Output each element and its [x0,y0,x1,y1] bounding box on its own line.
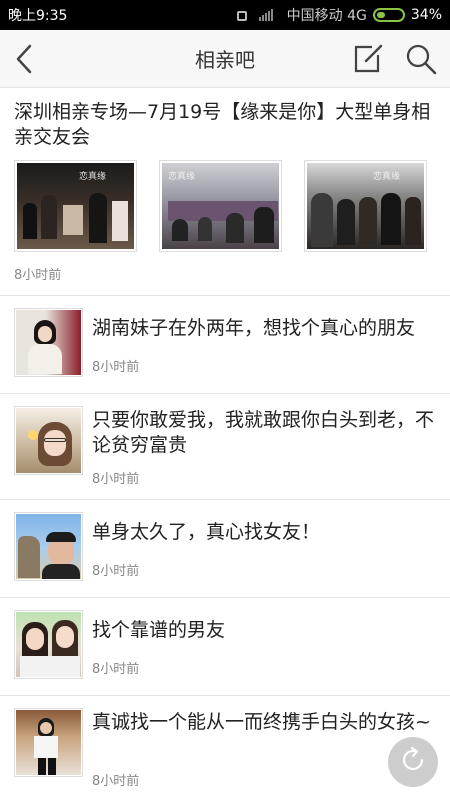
page-title: 相亲吧 [195,48,255,72]
status-battery: 34% [410,7,442,23]
post-time: 8小时前 [92,360,140,375]
post-time: 8小时前 [92,662,140,677]
featured-post[interactable]: 深圳相亲专场—7月19号【缘来是你】大型单身相亲交友会 恋真缘 恋真缘 恋真缘 … [0,88,450,296]
avatar [14,708,83,777]
list-item[interactable]: 找个靠谱的男友 8小时前 [0,598,450,696]
status-time: 晚上9:35 [8,8,68,24]
post-time: 8小时前 [92,774,140,789]
post-title: 只要你敢爱我，我就敢跟你白头到老，不论贫穷富贵 [92,409,435,456]
refresh-icon [398,745,428,779]
back-chevron-icon[interactable] [10,41,42,77]
post-title: 真诚找一个能从一而终携手白头的女孩~ [92,711,431,733]
search-icon[interactable] [404,42,438,76]
avatar [14,512,83,581]
signal-icon [258,9,273,21]
photo-watermark: 恋真缘 [79,172,107,182]
status-bar: 晚上9:35 中国移动 4G 34% [0,0,450,30]
status-right: 中国移动 4G 34% [236,5,442,25]
featured-post-photos: 恋真缘 恋真缘 恋真缘 [14,160,436,252]
photo-watermark: 恋真缘 [168,172,196,182]
lock-icon [236,11,247,21]
post-title: 湖南妹子在外两年，想找个真心的朋友 [92,317,416,339]
list-item[interactable]: 真诚找一个能从一而终携手白头的女孩~ 8小时前 [0,696,450,800]
list-item[interactable]: 湖南妹子在外两年，想找个真心的朋友 8小时前 [0,296,450,394]
avatar [14,308,83,377]
post-time: 8小时前 [14,268,62,283]
navigation-bar: 相亲吧 [0,30,450,88]
post-title: 单身太久了，真心找女友！ [92,521,321,543]
compose-icon[interactable] [352,43,384,75]
post-feed[interactable]: 深圳相亲专场—7月19号【缘来是你】大型单身相亲交友会 恋真缘 恋真缘 恋真缘 … [0,88,450,800]
battery-icon [372,8,405,22]
featured-post-title: 深圳相亲专场—7月19号【缘来是你】大型单身相亲交友会 [14,101,431,148]
post-time: 8小时前 [92,472,140,487]
post-time: 8小时前 [92,564,140,579]
refresh-button[interactable] [388,737,438,787]
event-photo[interactable]: 恋真缘 [159,160,282,252]
photo-watermark: 恋真缘 [373,172,401,182]
avatar [14,610,83,679]
status-carrier: 中国移动 4G [286,8,367,24]
event-photo[interactable]: 恋真缘 [304,160,427,252]
event-photo[interactable]: 恋真缘 [14,160,137,252]
list-item[interactable]: 单身太久了，真心找女友！ 8小时前 [0,500,450,598]
avatar [14,406,83,475]
post-title: 找个靠谱的男友 [92,619,226,641]
list-item[interactable]: 只要你敢爱我，我就敢跟你白头到老，不论贫穷富贵 8小时前 [0,394,450,500]
